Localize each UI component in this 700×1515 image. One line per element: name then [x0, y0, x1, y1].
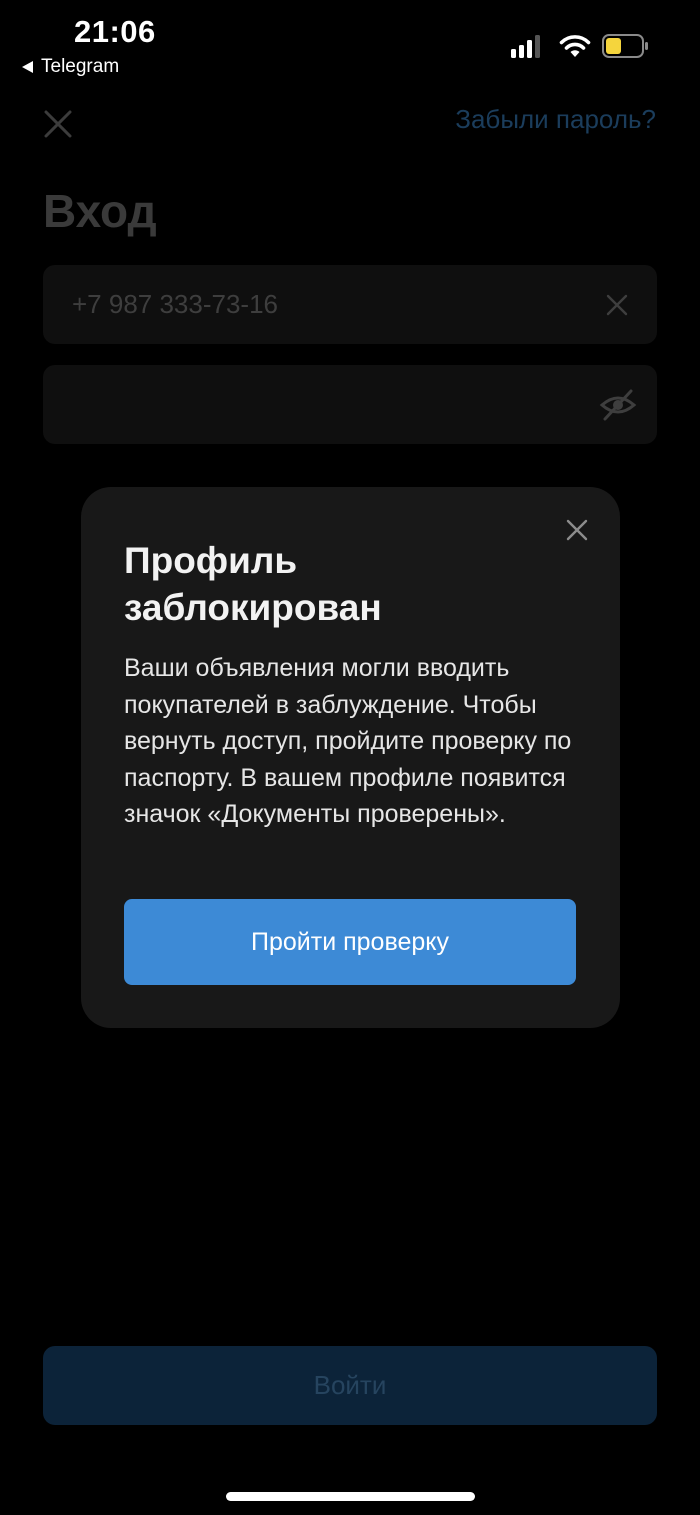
close-icon[interactable]	[40, 106, 76, 142]
screen: 21:06 Telegram Забыли пароль? Вход +7 98…	[0, 0, 700, 1515]
page-title: Вход	[43, 185, 157, 237]
login-button[interactable]: Войти	[43, 1346, 657, 1425]
verify-button-label: Пройти проверку	[251, 927, 449, 956]
blocked-profile-dialog: Профиль заблокирован Ваши объявления мог…	[81, 487, 620, 1028]
password-field[interactable]	[43, 365, 657, 444]
eye-off-icon[interactable]	[599, 387, 637, 423]
dialog-close-icon[interactable]	[565, 518, 589, 542]
verify-button[interactable]: Пройти проверку	[124, 899, 576, 985]
phone-field[interactable]: +7 987 333-73-16	[43, 265, 657, 344]
dialog-message: Ваши объявления могли вводить покупателе…	[124, 654, 572, 828]
login-button-label: Войти	[313, 1370, 387, 1400]
phone-value: +7 987 333-73-16	[72, 289, 279, 319]
forgot-password-link[interactable]: Забыли пароль?	[455, 104, 656, 135]
clear-icon[interactable]	[605, 293, 629, 317]
dialog-title: Профиль заблокирован	[124, 540, 382, 628]
home-indicator[interactable]	[226, 1492, 475, 1501]
